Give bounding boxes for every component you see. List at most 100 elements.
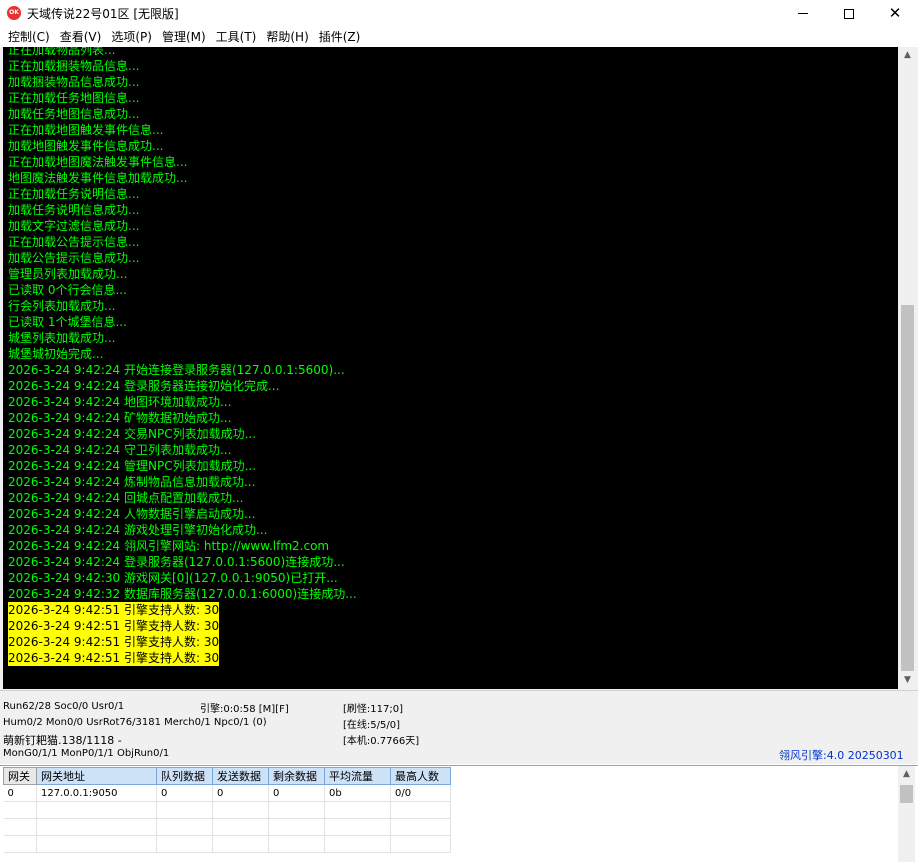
console-line: 正在加载物品列表... <box>8 47 357 58</box>
status-panel: Run62/28 Soc0/0 Usr0/1 引擎:0:0:58 [M][F] … <box>0 690 918 764</box>
console-line: 加载公告提示信息成功... <box>8 250 357 266</box>
console-line-text: 正在加载任务说明信息... <box>8 187 140 201</box>
menu-plugins[interactable]: 插件(Z) <box>314 27 366 47</box>
console-line-highlighted-text: 2026-3-24 9:42:51 引擎支持人数: 30 <box>8 602 220 618</box>
console-line: 地图魔法触发事件信息加载成功... <box>8 170 357 186</box>
console-line-text: 正在加载地图触发事件信息... <box>8 123 164 137</box>
console-line: 加载文字过滤信息成功... <box>8 218 357 234</box>
col-gateway[interactable]: 网关 <box>3 767 37 785</box>
console-line-highlighted-text: 2026-3-24 9:42:51 引擎支持人数: 30 <box>8 618 220 634</box>
console-line-text: 加载文字过滤信息成功... <box>8 219 140 233</box>
console-line-text: 正在加载任务地图信息... <box>8 91 140 105</box>
console-line: 2026-3-24 9:42:24 回城点配置加载成功... <box>8 490 357 506</box>
console-line: 2026-3-24 9:42:24 管理NPC列表加载成功... <box>8 458 357 474</box>
console-line-text: 已读取 0个行会信息... <box>8 283 127 297</box>
col-gateway-address[interactable]: 网关地址 <box>36 767 157 785</box>
console-line: 正在加载捆装物品信息... <box>8 58 357 74</box>
cell-address: 127.0.0.1:9050 <box>36 784 157 802</box>
status-run: Run62/28 Soc0/0 Usr0/1 <box>3 701 125 712</box>
console-line: 2026-3-24 9:42:24 游戏处理引擎初始化成功... <box>8 522 357 538</box>
scroll-down-icon[interactable]: ▼ <box>899 672 916 689</box>
col-queue-data[interactable]: 队列数据 <box>156 767 213 785</box>
status-mon: MonG0/1/1 MonP0/1/1 ObjRun0/1 <box>3 748 170 759</box>
maximize-button[interactable] <box>826 0 872 27</box>
console-line-text: 加载地图触发事件信息成功... <box>8 139 164 153</box>
cell-max: 0/0 <box>390 784 451 802</box>
minimize-icon <box>798 13 808 14</box>
console-line-text: 正在加载公告提示信息... <box>8 235 140 249</box>
console-line: 2026-3-24 9:42:24 登录服务器(127.0.0.1:5600)连… <box>8 554 357 570</box>
console-line: 已读取 0个行会信息... <box>8 282 357 298</box>
status-name-info: 萌新钉耙猫.138/1118 - <box>3 734 122 747</box>
empty-row <box>3 818 451 836</box>
console-line-text: 2026-3-24 9:42:24 交易NPC列表加载成功... <box>8 427 257 441</box>
grid-scroll-thumb[interactable] <box>900 785 913 803</box>
console-line: 2026-3-24 9:42:24 炼制物品信息加载成功... <box>8 474 357 490</box>
console-line-text: 加载捆装物品信息成功... <box>8 75 140 89</box>
empty-row <box>3 801 451 819</box>
col-send-data[interactable]: 发送数据 <box>212 767 269 785</box>
console-line-text: 2026-3-24 9:42:24 登录服务器连接初始化完成... <box>8 379 280 393</box>
console-lines: 正在加载物品列表... 正在加载捆装物品信息... 加载捆装物品信息成功... 正在加… <box>8 47 357 666</box>
grid-scrollbar[interactable]: ▲ <box>898 766 915 862</box>
console-line-text: 2026-3-24 9:42:24 守卫列表加载成功... <box>8 443 232 457</box>
col-remaining-data[interactable]: 剩余数据 <box>268 767 325 785</box>
cell-queue: 0 <box>156 784 213 802</box>
console-line-text: 已读取 1个城堡信息... <box>8 315 127 329</box>
table-row[interactable]: 0 127.0.0.1:9050 0 0 0 0b 0/0 <box>3 784 451 802</box>
console-line-text: 2026-3-24 9:42:24 管理NPC列表加载成功... <box>8 459 257 473</box>
menu-tools[interactable]: 工具(T) <box>211 27 262 47</box>
col-avg-traffic[interactable]: 平均流量 <box>324 767 391 785</box>
status-refresh: [刷怪:117;0] <box>343 704 403 715</box>
console-line-text: 2026-3-24 9:42:30 游戏网关[0](127.0.0.1:9050… <box>8 571 338 585</box>
grid-scroll-up-icon[interactable]: ▲ <box>898 766 915 783</box>
console-line-text: 正在加载捆装物品信息... <box>8 59 140 73</box>
console-line: 2026-3-24 9:42:24 翎风引擎网站: http://www.lfm… <box>8 538 357 554</box>
console-line: 2026-3-24 9:42:51 引擎支持人数: 30 <box>8 650 357 666</box>
cell-gateway: 0 <box>3 784 37 802</box>
menu-bar: 控制(C) 查看(V) 选项(P) 管理(M) 工具(T) 帮助(H) 插件(Z… <box>0 27 918 47</box>
console-line: 加载任务说明信息成功... <box>8 202 357 218</box>
col-max-players[interactable]: 最高人数 <box>390 767 451 785</box>
console-line: 2026-3-24 9:42:24 守卫列表加载成功... <box>8 442 357 458</box>
engine-brand: 翎风引擎:4.0 20250301 <box>779 749 904 762</box>
title-bar: OK 天域传说22号01区 [无限版] ✕ <box>0 0 918 27</box>
console-line: 加载地图触发事件信息成功... <box>8 138 357 154</box>
status-online: [在线:5/5/0] <box>343 720 400 731</box>
console-line-text: 2026-3-24 9:42:32 数据库服务器(127.0.0.1:6000)… <box>8 587 357 601</box>
console-line: 正在加载地图触发事件信息... <box>8 122 357 138</box>
console-line-text: 加载公告提示信息成功... <box>8 251 140 265</box>
menu-manage[interactable]: 管理(M) <box>157 27 211 47</box>
minimize-button[interactable] <box>780 0 826 27</box>
window-title: 天域传说22号01区 [无限版] <box>27 7 179 21</box>
menu-control[interactable]: 控制(C) <box>3 27 55 47</box>
menu-help[interactable]: 帮助(H) <box>261 27 313 47</box>
console-line: 管理员列表加载成功... <box>8 266 357 282</box>
console-line: 加载捆装物品信息成功... <box>8 74 357 90</box>
menu-options[interactable]: 选项(P) <box>106 27 157 47</box>
scroll-thumb[interactable] <box>901 305 914 671</box>
close-button[interactable]: ✕ <box>872 0 918 27</box>
scroll-up-icon[interactable]: ▲ <box>899 47 916 64</box>
console-line: 加载任务地图信息成功... <box>8 106 357 122</box>
console-line: 2026-3-24 9:42:24 矿物数据初始成功... <box>8 410 357 426</box>
console-line-text: 2026-3-24 9:42:24 翎风引擎网站: http://www.lfm… <box>8 539 330 553</box>
console-line-text: 管理员列表加载成功... <box>8 267 128 281</box>
console-line: 2026-3-24 9:42:51 引擎支持人数: 30 <box>8 602 357 618</box>
console-line-text: 正在加载物品列表... <box>8 47 116 57</box>
table-header-row: 网关 网关地址 队列数据 发送数据 剩余数据 平均流量 最高人数 <box>3 767 451 785</box>
console-line-text: 城堡城初始完成... <box>8 347 104 361</box>
menu-view[interactable]: 查看(V) <box>55 27 107 47</box>
console-line-highlighted-text: 2026-3-24 9:42:51 引擎支持人数: 30 <box>8 634 220 650</box>
console-line-text: 2026-3-24 9:42:24 开始连接登录服务器(127.0.0.1:56… <box>8 363 345 377</box>
console-scrollbar[interactable]: ▲ ▼ <box>899 47 916 689</box>
console-line-text: 2026-3-24 9:42:24 登录服务器(127.0.0.1:5600)连… <box>8 555 345 569</box>
empty-row <box>3 835 451 853</box>
console-line: 2026-3-24 9:42:32 数据库服务器(127.0.0.1:6000)… <box>8 586 357 602</box>
console-line-text: 2026-3-24 9:42:24 炼制物品信息加载成功... <box>8 475 256 489</box>
console-line: 城堡城初始完成... <box>8 346 357 362</box>
status-hum: Hum0/2 Mon0/0 UsrRot76/3181 Merch0/1 Npc… <box>3 717 267 728</box>
console-log[interactable]: 正在加载物品列表... 正在加载捆装物品信息... 加载捆装物品信息成功... 正在加… <box>3 47 898 689</box>
console-line: 2026-3-24 9:42:24 交易NPC列表加载成功... <box>8 426 357 442</box>
cell-avg: 0b <box>324 784 391 802</box>
